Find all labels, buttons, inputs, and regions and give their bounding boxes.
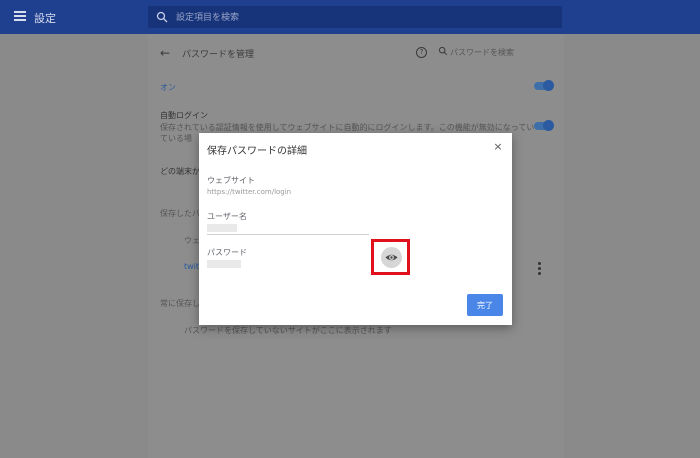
help-icon[interactable]: ?: [416, 47, 427, 58]
website-label: ウェブサイト: [207, 176, 255, 185]
never-saved-empty: パスワードを保存していないサイトがここに表示されます: [184, 326, 392, 335]
saved-passwords-header: 保存したパ: [160, 209, 200, 218]
website-value: https://twitter.com/login: [207, 188, 292, 196]
never-saved-header: 常に保存し: [160, 299, 200, 308]
search-box[interactable]: [148, 6, 562, 30]
dialog-title: 保存パスワードの詳細: [207, 146, 307, 157]
close-icon[interactable]: ×: [491, 140, 505, 154]
password-value: [207, 260, 241, 268]
search-input[interactable]: [174, 6, 558, 30]
password-search-icon[interactable]: [438, 46, 448, 56]
offer-save-toggle[interactable]: [534, 80, 554, 91]
saved-password-details-dialog: 保存パスワードの詳細 × ウェブサイト https://twitter.com/…: [199, 133, 512, 325]
menu-icon[interactable]: [14, 11, 26, 21]
search-icon: [156, 11, 168, 23]
app-title: 設定: [34, 12, 56, 25]
auto-signin-desc-2: ている場: [160, 134, 192, 143]
username-label: ユーザー名: [207, 212, 247, 221]
auto-signin-desc-1: 保存されている認証情報を使用してウェブサイトに自動的にログインします。この機能が…: [160, 123, 535, 132]
eye-highlight-box: [371, 239, 410, 275]
password-search-label[interactable]: パスワードを検索: [450, 47, 514, 58]
more-vert-icon[interactable]: [538, 262, 541, 277]
column-website: ウェ: [184, 236, 200, 245]
saved-device-prompt: どの端末か: [160, 167, 200, 176]
eye-icon: [385, 254, 398, 261]
auto-signin-toggle[interactable]: [534, 120, 554, 131]
username-underline: [207, 234, 369, 235]
done-button[interactable]: 完了: [467, 294, 503, 316]
username-value: [207, 224, 237, 232]
auto-signin-title: 自動ログイン: [160, 111, 208, 120]
password-label: パスワード: [207, 248, 247, 257]
back-arrow-icon[interactable]: ←: [160, 46, 170, 60]
page-title: パスワードを管理: [182, 50, 255, 60]
offer-save-label: オン: [160, 83, 176, 92]
show-password-button[interactable]: [381, 247, 402, 268]
app-bar: 設定: [0, 0, 700, 34]
